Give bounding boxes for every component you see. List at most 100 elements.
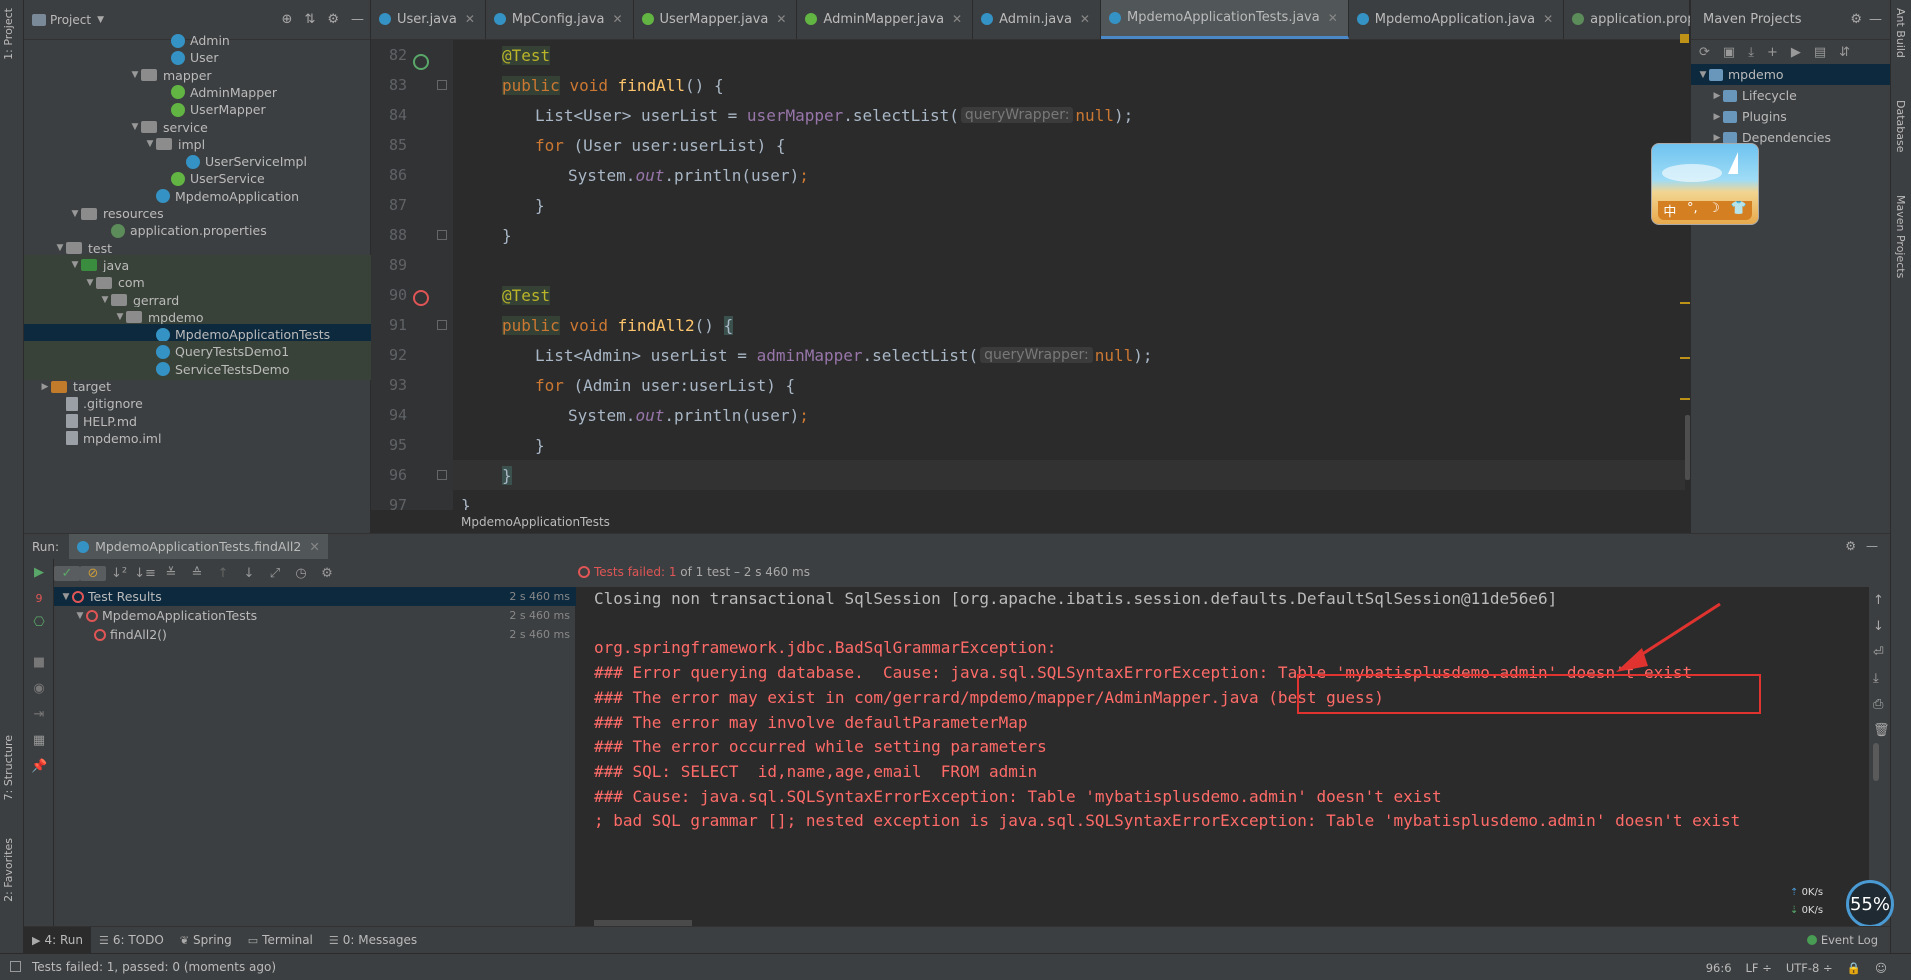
fold-marker-icon[interactable] xyxy=(437,320,447,330)
locate-icon[interactable]: ⊕ xyxy=(282,12,293,27)
run-config-tab[interactable]: MpdemoApplicationTests.findAll2 ✕ xyxy=(69,533,328,560)
chevron-down-icon[interactable]: ▼ xyxy=(69,260,81,270)
editor-tab[interactable]: MpdemoApplication.java ✕ xyxy=(1349,0,1565,39)
close-icon[interactable]: ✕ xyxy=(612,12,622,26)
download-icon[interactable]: ⤓ xyxy=(1748,45,1754,60)
structure-tool-tab[interactable]: 7: Structure xyxy=(2,735,15,800)
close-icon[interactable]: ✕ xyxy=(309,539,319,554)
close-icon[interactable]: ✕ xyxy=(1543,12,1553,26)
project-tool-tab[interactable]: 1: Project xyxy=(2,8,15,60)
scroll-to-end-icon[interactable]: ⤓ xyxy=(1873,671,1879,686)
gear-icon[interactable]: ⚙ xyxy=(1845,539,1856,553)
stop-icon[interactable]: ■ xyxy=(31,655,47,671)
tool-window-button[interactable]: ☰ 6: TODO xyxy=(91,927,172,954)
line-separator[interactable]: LF ÷ xyxy=(1746,961,1772,975)
chevron-down-icon[interactable]: ▼ xyxy=(54,243,66,253)
status-toggle-icon[interactable] xyxy=(10,961,21,972)
chevron-right-icon[interactable]: ▶ xyxy=(1711,133,1723,143)
desktop-widget[interactable]: 中 °, ☽ 👕 xyxy=(1651,143,1759,225)
pin-icon[interactable]: 📌 xyxy=(31,759,47,775)
failed-test-icon[interactable] xyxy=(413,290,429,306)
chinese-input-icon[interactable]: 中 xyxy=(1663,201,1676,220)
chevron-down-icon[interactable]: ▼ xyxy=(69,209,81,219)
show-ignored-icon[interactable]: ⊘ xyxy=(80,565,106,581)
execute-goal-icon[interactable]: ▤ xyxy=(1814,45,1826,60)
favorites-tool-tab[interactable]: 2: Favorites xyxy=(2,838,15,902)
export-icon[interactable]: ⇥ xyxy=(31,707,47,723)
close-icon[interactable]: ✕ xyxy=(952,12,962,26)
chevron-down-icon[interactable]: ▼ xyxy=(129,122,141,132)
test-result-row[interactable]: ▼ MpdemoApplicationTests 2 s 460 ms xyxy=(54,606,576,625)
sort-duration-icon[interactable]: ↓≡ xyxy=(132,566,158,581)
chevron-down-icon[interactable]: ▼ xyxy=(99,295,111,305)
minimize-icon[interactable]: — xyxy=(1866,539,1878,553)
toggle-offline-icon[interactable]: ⇵ xyxy=(1839,45,1850,60)
arrow-up-icon[interactable]: ↑ xyxy=(1873,593,1884,608)
tool-window-button[interactable]: ❦ Spring xyxy=(172,927,240,954)
status-message[interactable]: Tests failed: 1, passed: 0 (moments ago) xyxy=(32,960,276,974)
skin-icon[interactable]: 👕 xyxy=(1731,201,1747,220)
chevron-down-icon[interactable]: ▼ xyxy=(60,592,72,602)
soft-wrap-icon[interactable]: ⏎ xyxy=(1873,645,1884,660)
camera-icon[interactable]: ◉ xyxy=(31,681,47,697)
chevron-right-icon[interactable]: ▶ xyxy=(39,382,51,392)
maven-projects-tool-tab[interactable]: Maven Projects xyxy=(1894,195,1907,278)
file-encoding[interactable]: UTF-8 ÷ xyxy=(1786,961,1833,975)
chevron-down-icon[interactable]: ▼ xyxy=(144,139,156,149)
rerun-failed-icon[interactable]: 9 xyxy=(31,591,47,607)
ant-build-tool-tab[interactable]: Ant Build xyxy=(1894,8,1907,58)
editor-tab[interactable]: MpdemoApplicationTests.java ✕ xyxy=(1100,0,1349,39)
expand-all-icon[interactable]: ≚ xyxy=(158,566,184,581)
punctuation-icon[interactable]: °, xyxy=(1687,201,1698,220)
print-icon[interactable]: ⎙ xyxy=(1873,697,1883,712)
fold-marker-icon[interactable] xyxy=(437,80,447,90)
breadcrumb[interactable]: MpdemoApplicationTests xyxy=(453,510,1689,533)
tool-window-button[interactable]: ▶ 4: Run xyxy=(24,926,91,954)
history-icon[interactable]: ◷ xyxy=(288,566,314,581)
code-editor[interactable]: @Test public void findAll() { List<User>… xyxy=(453,40,1689,515)
chevron-right-icon[interactable]: ▶ xyxy=(1711,112,1723,122)
project-view-title[interactable]: Project xyxy=(50,13,91,27)
event-log-button[interactable]: Event Log xyxy=(1806,933,1878,947)
editor-tab[interactable]: UserMapper.java ✕ xyxy=(634,0,798,39)
editor-tab[interactable]: Admin.java ✕ xyxy=(973,0,1101,39)
next-failed-icon[interactable]: ↓ xyxy=(236,566,262,581)
editor-tab[interactable]: User.java ✕ xyxy=(371,0,486,39)
gear-icon[interactable]: ⚙ xyxy=(327,12,339,27)
moon-icon[interactable]: ☽ xyxy=(1708,201,1720,220)
cpu-usage-gauge[interactable]: 55% xyxy=(1846,880,1894,928)
export-results-icon[interactable]: ⤢ xyxy=(262,566,288,581)
chevron-down-icon[interactable]: ▼ xyxy=(74,611,86,621)
close-icon[interactable]: ✕ xyxy=(1328,11,1338,25)
hector-icon[interactable]: ☺ xyxy=(1875,961,1887,975)
show-passed-icon[interactable]: ✓ xyxy=(54,565,80,581)
chevron-down-icon[interactable]: ▼ xyxy=(84,278,96,288)
layout-icon[interactable]: ▦ xyxy=(31,733,47,749)
chevron-down-icon[interactable]: ▼ xyxy=(97,15,104,25)
rerun-icon[interactable]: ▶ xyxy=(31,565,47,581)
gear-icon[interactable]: ⚙ xyxy=(1850,12,1862,27)
console-scrollbar-thumb[interactable] xyxy=(1873,743,1879,781)
close-icon[interactable]: ✕ xyxy=(1080,12,1090,26)
trash-icon[interactable]: 🗑 xyxy=(1873,723,1890,738)
arrow-down-icon[interactable]: ↓ xyxy=(1873,619,1884,634)
warning-status-icon[interactable] xyxy=(1680,34,1689,43)
chevron-down-icon[interactable]: ▼ xyxy=(114,312,126,322)
caret-position[interactable]: 96:6 xyxy=(1706,961,1732,975)
add-icon[interactable]: + xyxy=(1767,45,1778,60)
lock-icon[interactable]: 🔒 xyxy=(1847,961,1861,975)
database-tool-tab[interactable]: Database xyxy=(1894,100,1907,153)
editor-tab[interactable]: MpConfig.java ✕ xyxy=(486,0,634,39)
toggle-auto-test-icon[interactable]: ⎔ xyxy=(31,615,47,631)
tool-window-button[interactable]: ▭ Terminal xyxy=(240,927,321,954)
chevron-down-icon[interactable]: ▼ xyxy=(129,70,141,80)
close-icon[interactable]: ✕ xyxy=(776,12,786,26)
tool-window-button[interactable]: ☰ 0: Messages xyxy=(321,927,425,954)
tree-item[interactable]: mpdemo.iml xyxy=(24,428,371,449)
fold-marker-icon[interactable] xyxy=(437,230,447,240)
chevron-down-icon[interactable]: ▼ xyxy=(1697,70,1709,80)
settings-icon[interactable]: ⚙ xyxy=(314,566,340,581)
run-icon[interactable]: ▶ xyxy=(1791,45,1801,60)
test-result-row[interactable]: findAll2() 2 s 460 ms xyxy=(54,625,576,644)
generate-sources-icon[interactable]: ▣ xyxy=(1723,45,1735,60)
